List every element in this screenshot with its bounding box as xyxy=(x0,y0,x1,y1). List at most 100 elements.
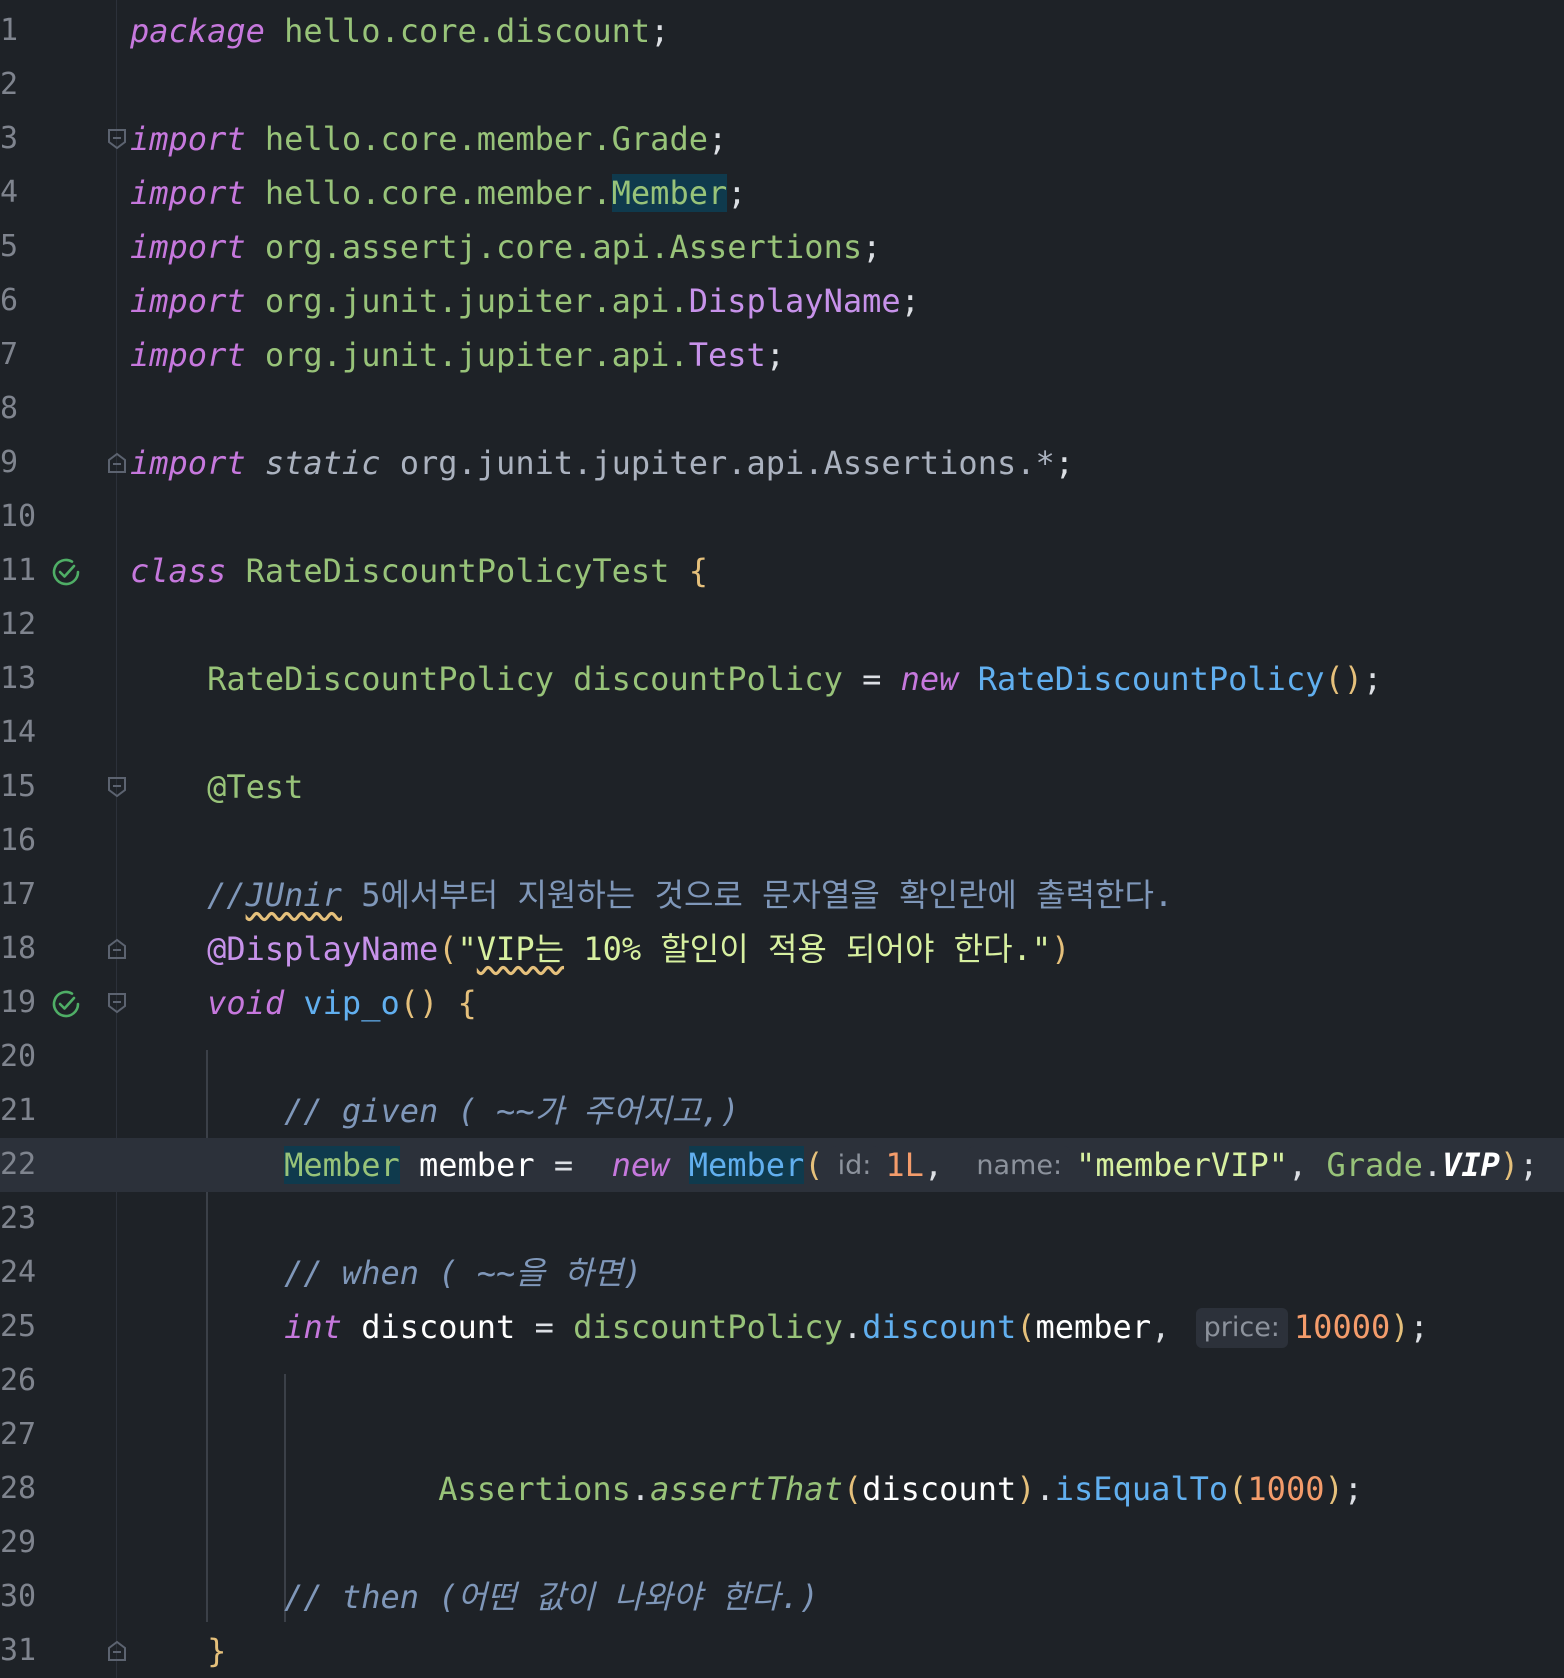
semicolon: ; xyxy=(727,174,747,212)
code-line-22-current[interactable]: 22 Member member = new Member(id: 1L, nam… xyxy=(0,1138,1564,1192)
run-test-check-icon[interactable] xyxy=(50,988,82,1020)
fold-marker-icon[interactable] xyxy=(107,452,127,474)
keyword-void: void xyxy=(207,984,285,1022)
close-paren: ) xyxy=(1390,1308,1410,1346)
line-number: 31 xyxy=(0,1633,37,1668)
code-line-5[interactable]: 5 import org.assertj.core.api.Assertions… xyxy=(0,220,1564,274)
fold-marker-icon[interactable] xyxy=(107,1640,127,1662)
identifier-highlight-member-ctor: Member xyxy=(688,1146,805,1184)
code-line-4[interactable]: 4 import hello.core.member.Member; xyxy=(0,166,1564,220)
code-text: // when ( ~~을 하면) xyxy=(130,1246,642,1300)
code-text: class RateDiscountPolicyTest { xyxy=(130,544,708,598)
code-line-12[interactable]: 12 xyxy=(0,598,1564,652)
code-line-8[interactable]: 8 xyxy=(0,382,1564,436)
open-paren: ( xyxy=(804,1146,824,1184)
comment-when: // when ( ~~을 하면) xyxy=(284,1254,643,1292)
comma: , xyxy=(923,1146,944,1184)
code-line-25[interactable]: 25 int discount = discountPolicy.discoun… xyxy=(0,1300,1564,1354)
code-line-13[interactable]: 13 RateDiscountPolicy discountPolicy = n… xyxy=(0,652,1564,706)
code-line-29[interactable]: 29 xyxy=(0,1516,1564,1570)
code-line-10[interactable]: 10 xyxy=(0,490,1564,544)
enum-constant-vip: VIP xyxy=(1442,1146,1500,1184)
import-path: org.junit.jupiter.api. xyxy=(264,282,689,320)
line-number: 24 xyxy=(0,1255,37,1290)
code-line-9[interactable]: 9 import static org.junit.jupiter.api.As… xyxy=(0,436,1564,490)
variable-member: member xyxy=(418,1146,535,1184)
code-line-27[interactable]: 27 xyxy=(0,1408,1564,1462)
semicolon: ; xyxy=(1054,444,1075,482)
identifier-highlight-member: Member xyxy=(611,174,728,212)
code-line-24[interactable]: 24 // when ( ~~을 하면) xyxy=(0,1246,1564,1300)
constructor-call: RateDiscountPolicy xyxy=(977,660,1325,698)
code-text: import org.junit.jupiter.api.DisplayName… xyxy=(130,274,920,328)
code-line-6[interactable]: 6 import org.junit.jupiter.api.DisplayNa… xyxy=(0,274,1564,328)
dot: . xyxy=(630,1470,651,1508)
fold-marker-icon[interactable] xyxy=(107,992,127,1014)
code-line-7[interactable]: 7 import org.junit.jupiter.api.Test; xyxy=(0,328,1564,382)
number-1000: 1000 xyxy=(1247,1470,1325,1508)
argument-member: member xyxy=(1035,1308,1152,1346)
semicolon: ; xyxy=(765,336,786,374)
semicolon: ; xyxy=(900,282,920,320)
code-line-3[interactable]: 3 import hello.core.member.Grade; xyxy=(0,112,1564,166)
comma: , xyxy=(1151,1308,1171,1346)
line-number: 9 xyxy=(0,445,19,480)
code-text: import static org.junit.jupiter.api.Asse… xyxy=(130,436,1074,490)
close-paren: ) xyxy=(1499,1146,1520,1184)
code-line-15[interactable]: 15 @Test xyxy=(0,760,1564,814)
code-line-1[interactable]: 1 package hello.core.discount; xyxy=(0,4,1564,58)
open-paren: ( xyxy=(438,930,458,968)
line-number: 11 xyxy=(0,553,37,588)
code-text: import org.junit.jupiter.api.Test; xyxy=(130,328,785,382)
code-line-17[interactable]: 17 //JUnir 5에서부터 지원하는 것으로 문자열을 확인란에 출력한다… xyxy=(0,868,1564,922)
close-paren: ) xyxy=(1051,930,1071,968)
code-line-16[interactable]: 16 xyxy=(0,814,1564,868)
code-text: Member member = new Member(id: 1L, name: "… xyxy=(130,1138,1538,1192)
code-text: package hello.core.discount; xyxy=(130,4,669,58)
keyword-import: import xyxy=(130,282,246,320)
line-number: 3 xyxy=(0,121,19,156)
open-paren: ( xyxy=(1016,1308,1036,1346)
code-line-26[interactable]: 26 xyxy=(0,1354,1564,1408)
code-line-21[interactable]: 21 // given ( ~~가 주어지고,) xyxy=(0,1084,1564,1138)
fold-marker-icon[interactable] xyxy=(107,776,127,798)
code-line-28[interactable]: 28 Assertions.assertThat(discount).isEqu… xyxy=(0,1462,1564,1516)
code-line-30[interactable]: 30 // then (어떤 값이 나와야 한다.) xyxy=(0,1570,1564,1624)
line-number: 16 xyxy=(0,823,37,858)
argument-discount: discount xyxy=(862,1470,1017,1508)
line-number: 25 xyxy=(0,1309,37,1344)
fold-marker-icon[interactable] xyxy=(107,128,127,150)
code-line-19[interactable]: 19 void vip_o() { xyxy=(0,976,1564,1030)
code-line-31[interactable]: 31 } xyxy=(0,1624,1564,1678)
import-path: org.junit.jupiter.api. xyxy=(264,336,689,374)
code-line-2[interactable]: 2 xyxy=(0,58,1564,112)
open-paren: ( xyxy=(842,1470,863,1508)
field-type: RateDiscountPolicy xyxy=(207,660,554,698)
fold-marker-icon[interactable] xyxy=(107,938,127,960)
code-text: @Test xyxy=(130,760,303,814)
semicolon: ; xyxy=(650,12,670,50)
code-line-18[interactable]: 18 @DisplayName("VIP는 10% 할인이 적용 되어야 한다.… xyxy=(0,922,1564,976)
comment-then: // then (어떤 값이 나와야 한다.) xyxy=(284,1578,819,1616)
semicolon: ; xyxy=(1363,660,1383,698)
parens: () xyxy=(399,984,439,1022)
comment-text: 5에서부터 지원하는 것으로 문자열을 확인란에 출력한다. xyxy=(341,876,1174,914)
class-name: RateDiscountPolicyTest xyxy=(245,552,670,590)
run-test-check-icon[interactable] xyxy=(50,556,82,588)
line-number: 17 xyxy=(0,877,37,912)
comment-prefix: // xyxy=(207,876,246,914)
code-line-14[interactable]: 14 xyxy=(0,706,1564,760)
code-text: //JUnir 5에서부터 지원하는 것으로 문자열을 확인란에 출력한다. xyxy=(130,868,1173,922)
line-number: 27 xyxy=(0,1417,37,1452)
code-line-23[interactable]: 23 xyxy=(0,1192,1564,1246)
code-editor[interactable]: 1 package hello.core.discount; 2 3 impor… xyxy=(0,0,1564,1678)
line-number: 18 xyxy=(0,931,37,966)
code-line-11[interactable]: 11 class RateDiscountPolicyTest { xyxy=(0,544,1564,598)
line-number: 29 xyxy=(0,1525,37,1560)
import-path: hello.core.member. xyxy=(264,174,612,212)
code-line-20[interactable]: 20 xyxy=(0,1030,1564,1084)
close-brace: } xyxy=(207,1632,227,1670)
keyword-int: int xyxy=(284,1308,342,1346)
keyword-import: import xyxy=(130,336,246,374)
close-paren: ) xyxy=(1324,1470,1344,1508)
